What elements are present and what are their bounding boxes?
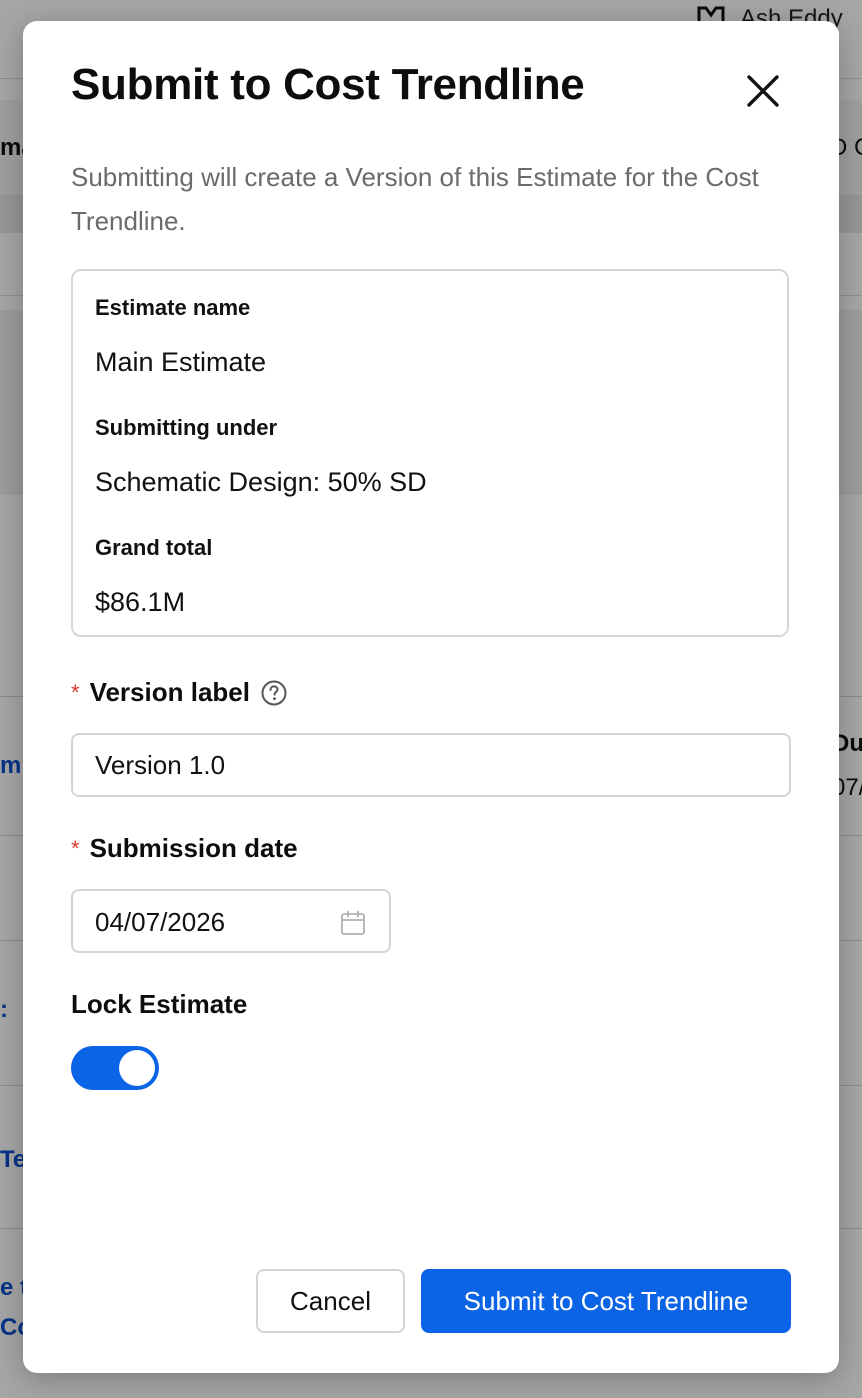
- required-marker: *: [71, 679, 80, 705]
- submitting-under-value: Schematic Design: 50% SD: [95, 467, 427, 497]
- submit-to-cost-trendline-button[interactable]: Submit to Cost Trendline: [421, 1269, 791, 1333]
- toggle-knob: [119, 1050, 155, 1086]
- grand-total-label: Grand total: [95, 535, 213, 560]
- version-label-input[interactable]: [71, 733, 791, 797]
- grand-total-value: $86.1M: [95, 587, 186, 617]
- estimate-name-value: Main Estimate: [95, 347, 267, 377]
- lock-estimate-toggle[interactable]: [71, 1046, 159, 1090]
- submission-date-heading: * Submission date: [71, 833, 298, 864]
- dialog-description: Submitting will create a Version of this…: [71, 162, 759, 236]
- version-label-text: Version label: [89, 677, 250, 707]
- submitting-under-label: Submitting under: [95, 415, 278, 440]
- calendar-icon[interactable]: [339, 909, 367, 937]
- close-button[interactable]: [741, 69, 785, 113]
- submit-to-cost-trendline-dialog: Submit to Cost Trendline Submitting will…: [23, 21, 839, 1373]
- submission-date-value: 04/07/2026: [95, 907, 226, 937]
- cancel-button[interactable]: Cancel: [256, 1269, 405, 1333]
- required-marker: *: [71, 835, 80, 861]
- dialog-title: Submit to Cost Trendline: [71, 60, 585, 109]
- estimate-name-label: Estimate name: [95, 295, 251, 320]
- submission-date-text: Submission date: [89, 833, 298, 863]
- lock-estimate-label: Lock Estimate: [71, 989, 248, 1019]
- question-circle-icon[interactable]: [260, 679, 288, 707]
- close-icon: [747, 75, 779, 107]
- submission-date-input[interactable]: 04/07/2026: [71, 889, 391, 953]
- estimate-summary-card: Estimate name Main Estimate Submitting u…: [71, 269, 789, 637]
- version-label-heading: * Version label: [71, 677, 288, 708]
